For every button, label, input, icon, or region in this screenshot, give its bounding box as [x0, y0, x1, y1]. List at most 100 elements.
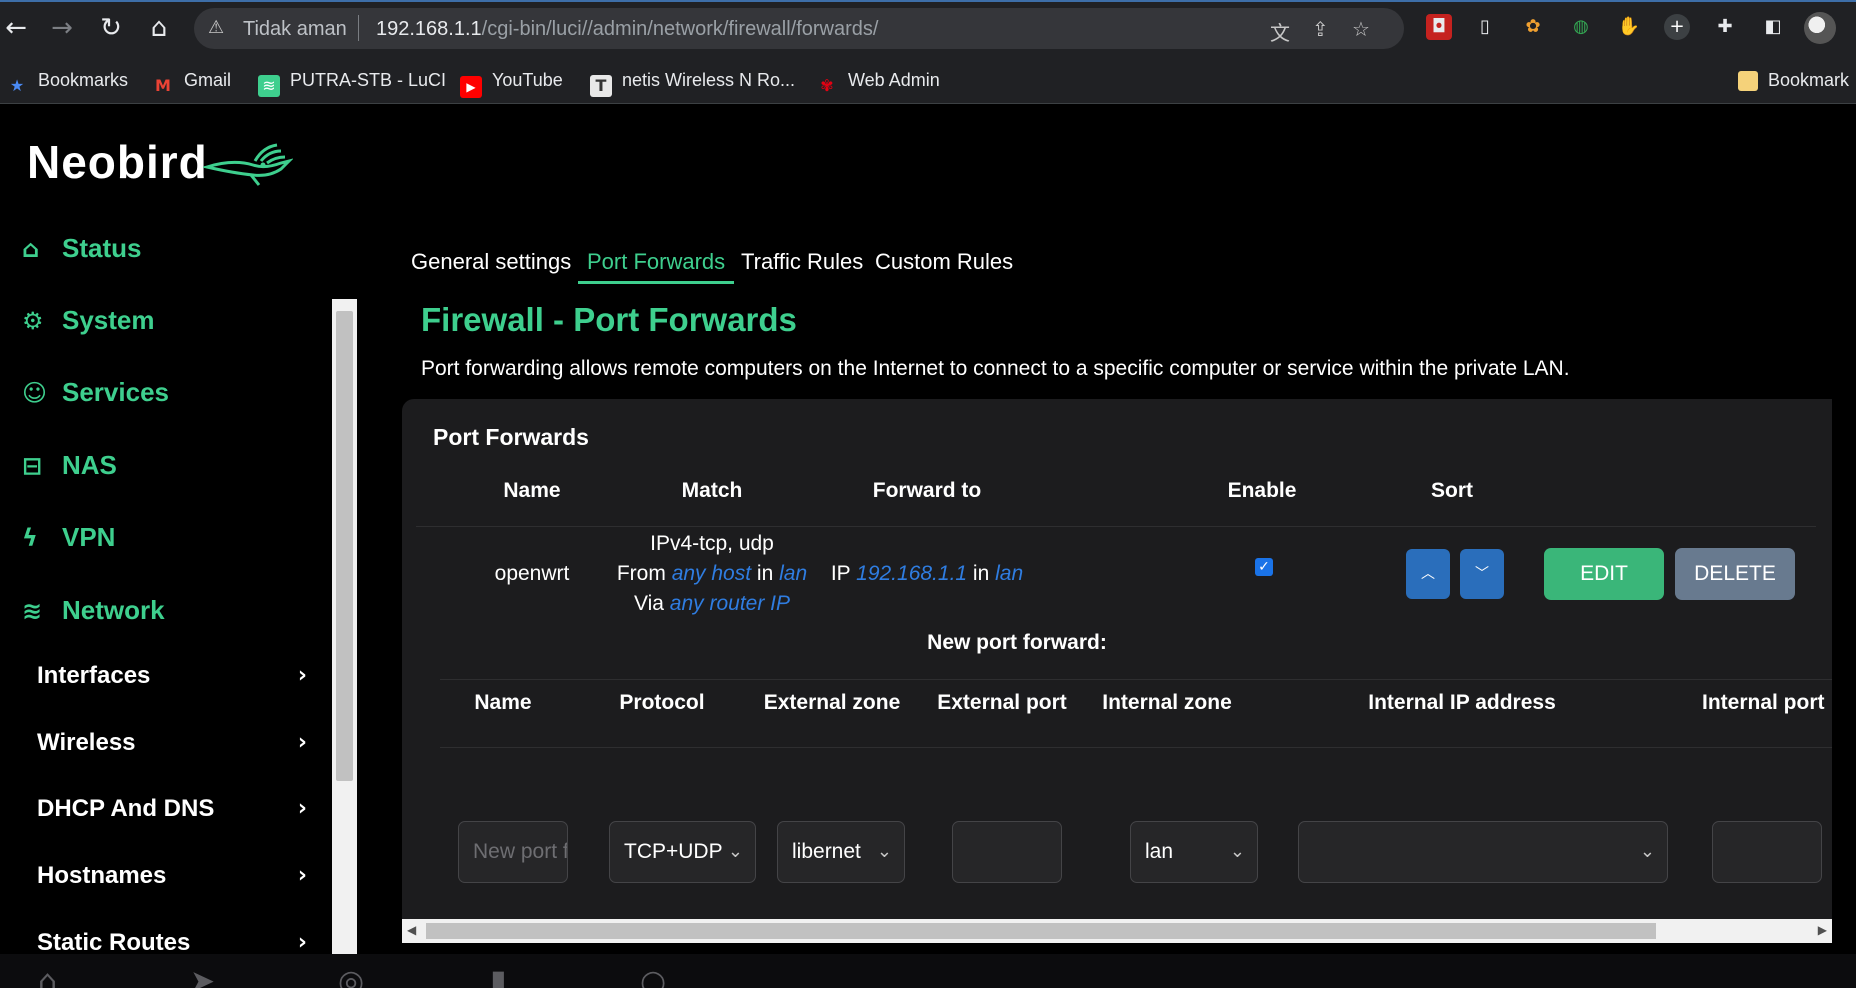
- scrollbar-thumb[interactable]: [336, 311, 353, 781]
- extension-shield-icon[interactable]: ◘: [1426, 14, 1452, 40]
- bookmark-item[interactable]: ★ Bookmarks: [6, 66, 129, 95]
- bookmark-item[interactable]: ✾ Web Admin: [816, 66, 939, 95]
- sidebar-subitem-label: Static Routes: [37, 929, 191, 956]
- profile-avatar[interactable]: [1804, 12, 1836, 44]
- external-zone-select[interactable]: libernet ⌄: [777, 821, 905, 883]
- sidebar-scrollbar[interactable]: [332, 299, 357, 988]
- sidebar-item-network[interactable]: ≋ Network: [22, 590, 165, 630]
- page-description: Port forwarding allows remote computers …: [421, 357, 1570, 380]
- section-title: Port Forwards: [433, 424, 589, 450]
- delete-button[interactable]: DELETE: [1675, 548, 1795, 600]
- internal-ip-select[interactable]: ⌄: [1298, 821, 1668, 883]
- internal-zone-value: lan: [1145, 840, 1174, 863]
- sidebar-item-nas[interactable]: ⊟ NAS: [22, 445, 117, 485]
- bookmark-folder[interactable]: Bookmark: [1738, 66, 1849, 94]
- sidebar-item-label: Network: [62, 595, 165, 625]
- youtube-icon: ▶: [460, 76, 482, 98]
- home-icon[interactable]: ⌂: [143, 12, 175, 44]
- security-label[interactable]: Tidak aman: [243, 18, 347, 41]
- send-icon[interactable]: ➤: [190, 964, 215, 988]
- sidebar-subitem-dhcp-dns[interactable]: DHCP And DNS ›: [37, 789, 307, 829]
- side-panel-icon[interactable]: ◧: [1760, 14, 1786, 40]
- back-icon[interactable]: ←: [0, 12, 32, 44]
- tab-traffic-rules[interactable]: Traffic Rules: [741, 240, 863, 284]
- brand-logo[interactable]: Neobird: [27, 135, 208, 189]
- bookmark-label: netis Wireless N Ro...: [622, 70, 796, 90]
- edit-button[interactable]: EDIT: [1544, 548, 1664, 600]
- puzzle-icon[interactable]: ✚: [1712, 14, 1738, 40]
- column-header-internal-port: Internal port: [1702, 691, 1825, 714]
- tab-general-settings[interactable]: General settings: [411, 240, 571, 284]
- sidebar-subitem-wireless[interactable]: Wireless ›: [37, 723, 307, 763]
- home-icon[interactable]: ⌂: [38, 964, 57, 988]
- luci-icon: ≋: [258, 75, 280, 97]
- scroll-left-icon[interactable]: ◀: [407, 923, 416, 937]
- sidebar-item-label: NAS: [62, 450, 117, 480]
- bookmark-folder-label: Bookmark: [1768, 70, 1850, 90]
- gmail-icon: M: [155, 76, 171, 95]
- extension-globe-icon[interactable]: ◍: [1568, 14, 1594, 40]
- bookmark-item[interactable]: ▶ YouTube: [460, 66, 563, 98]
- extension-paw-icon[interactable]: ✋: [1616, 14, 1642, 40]
- share-icon[interactable]: ⇪: [1312, 17, 1329, 41]
- warning-icon: ⚠: [208, 17, 225, 38]
- horizontal-scrollbar[interactable]: ◀ ▶: [402, 919, 1832, 943]
- sidebar-subitem-interfaces[interactable]: Interfaces ›: [37, 656, 307, 696]
- sidebar-item-vpn[interactable]: ϟ VPN: [22, 517, 115, 557]
- bookmark-item[interactable]: M Gmail: [152, 66, 232, 95]
- scrollbar-thumb[interactable]: [426, 923, 1656, 939]
- rule-forward-to: IP 192.168.1.1 in lan: [822, 559, 1032, 589]
- bookmark-label: PUTRA-STB - LuCI: [290, 70, 447, 90]
- column-header-internal-ip: Internal IP address: [1368, 691, 1556, 714]
- protocol-select[interactable]: TCP+UDP ⌄: [609, 821, 756, 883]
- bookmark-label: YouTube: [492, 70, 563, 90]
- sidebar-item-services[interactable]: ☺ Services: [22, 372, 169, 412]
- sidebar-item-label: System: [62, 305, 155, 335]
- bookmark-item[interactable]: ≋ PUTRA-STB - LuCI: [258, 66, 447, 97]
- sidebar-subitem-hostnames[interactable]: Hostnames ›: [37, 856, 307, 896]
- tab-port-forwards[interactable]: Port Forwards: [578, 240, 735, 284]
- sidebar: ⌂ Status ⚙ System ☺ Services ⊟ NAS ϟ VPN ≋ Net…: [0, 195, 332, 988]
- move-down-button[interactable]: ﹀: [1460, 549, 1504, 599]
- translate-icon[interactable]: 文: [1270, 17, 1290, 46]
- url-text[interactable]: 192.168.1.1/cgi-bin/luci//admin/network/…: [376, 18, 878, 41]
- match-from: From any host in lan: [582, 559, 842, 589]
- bookmark-item[interactable]: Tnetis Wireless N Ro...: [590, 66, 796, 97]
- bookmark-label: Bookmarks: [38, 70, 129, 90]
- extension-color-icon[interactable]: ✿: [1520, 14, 1546, 40]
- new-name-input[interactable]: New port forward: [458, 821, 568, 883]
- reload-icon[interactable]: ↻: [95, 12, 127, 44]
- extension-plus-icon[interactable]: +: [1664, 14, 1690, 40]
- chevron-right-icon: ›: [297, 730, 307, 755]
- bookmark-label: Gmail: [184, 70, 232, 90]
- internal-zone-select[interactable]: lan ⌄: [1130, 821, 1258, 883]
- chevron-down-icon: ⌄: [1639, 841, 1655, 862]
- loading-bar: [0, 0, 1856, 2]
- gear-icon: ⚙: [22, 307, 44, 335]
- forward-zone: lan: [995, 562, 1024, 585]
- search-icon[interactable]: ○: [640, 964, 666, 988]
- tab-custom-rules[interactable]: Custom Rules: [875, 240, 1013, 284]
- bookmark-star-icon[interactable]: ☆: [1352, 17, 1370, 41]
- external-port-input[interactable]: [952, 821, 1062, 883]
- sidebar-item-system[interactable]: ⚙ System: [22, 300, 155, 340]
- extension-phone-icon[interactable]: ▯: [1472, 14, 1498, 40]
- forward-icon[interactable]: →: [46, 12, 78, 44]
- sidebar-item-status[interactable]: ⌂ Status: [22, 228, 141, 268]
- chevron-up-icon: ︿: [1421, 566, 1435, 582]
- move-up-button[interactable]: ︿: [1406, 549, 1450, 599]
- divider: [440, 747, 1832, 748]
- star-icon: ★: [9, 76, 25, 95]
- compass-icon[interactable]: ◎: [338, 964, 364, 988]
- bottom-nav-bar: ⌂ ➤ ◎ ▮ ○: [0, 954, 1856, 988]
- folder-icon: [1738, 71, 1758, 91]
- rule-name: openwrt: [494, 562, 570, 585]
- enable-checkbox[interactable]: ✓: [1255, 558, 1273, 576]
- luci-page: Neobird ⌂ Status ⚙ System ☺ Services ⊟ NAS ϟ…: [0, 105, 1856, 988]
- browser-toolbar: ← → ↻ ⌂ ⚠ Tidak aman 192.168.1.1/cgi-bin…: [0, 0, 1856, 56]
- scroll-right-icon[interactable]: ▶: [1818, 923, 1827, 937]
- chart-icon[interactable]: ▮: [490, 964, 507, 988]
- internal-port-input[interactable]: [1712, 821, 1822, 883]
- address-bar[interactable]: ⚠ Tidak aman 192.168.1.1/cgi-bin/luci//a…: [194, 8, 1404, 49]
- url-host: 192.168.1.1: [376, 18, 482, 40]
